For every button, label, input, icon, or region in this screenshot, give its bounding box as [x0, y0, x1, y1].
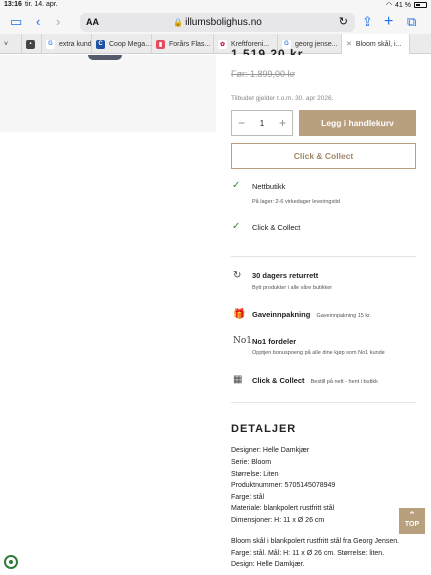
- online-store-title: Nettbutikk: [252, 182, 286, 191]
- online-store-stock: På lager: 2-6 virkedager leveringstid: [252, 199, 341, 205]
- cc-availability-title: Click & Collect: [252, 223, 301, 232]
- current-price: 1.519,20 kr: [231, 47, 304, 55]
- url-display[interactable]: 🔒 illumsbolighus.no: [80, 17, 355, 28]
- gift-sub: Gaveinnpakning 15 kr.: [316, 313, 372, 319]
- address-bar[interactable]: AA 🔒 illumsbolighus.no ↻: [80, 13, 355, 32]
- product-image-bowl: [88, 55, 122, 60]
- tab-label: extra kund: [59, 40, 92, 48]
- spec-dimensions: Dimensjoner: H: 11 x Ø 26 cm: [231, 517, 325, 524]
- old-price: Før: 1.899,00 kr: [231, 69, 296, 79]
- status-date: tir. 14. apr.: [25, 1, 58, 8]
- spec-color: Farge: stål: [231, 494, 265, 501]
- battery-percent: 41 %: [395, 1, 411, 9]
- returns-title: 30 dagers returrett: [252, 271, 319, 280]
- click-collect-button[interactable]: Click & Collect: [231, 143, 416, 169]
- tab-coop[interactable]: C Coop Mega...: [92, 34, 152, 54]
- sidebar-toggle-icon[interactable]: ▭: [10, 13, 22, 30]
- no1-title: No1 fordeler: [252, 337, 297, 346]
- quantity-plus-button[interactable]: +: [279, 116, 286, 130]
- offer-note: Tilbudet gjelder t.o.m. 30. apr 2026.: [231, 95, 334, 102]
- wifi-icon: ◠: [385, 2, 393, 9]
- chevron-down-icon: ˅: [4, 40, 9, 48]
- back-to-top-button[interactable]: ⌃ TOP: [399, 508, 425, 534]
- status-time: 13:16: [4, 1, 22, 8]
- spec-designer: Designer: Helle Damkjær: [231, 447, 310, 454]
- google-favicon-icon: G: [46, 39, 55, 49]
- coop-favicon-icon: C: [96, 39, 105, 49]
- battery-icon: [414, 2, 427, 8]
- returns-sub: Bytt produkter i alle våre butikker: [252, 285, 333, 291]
- gift-title: Gaveinnpakning: [252, 310, 311, 319]
- product-image-area[interactable]: [0, 55, 216, 132]
- cc-benefit-row: Click & Collect Bestill på nett - hent i…: [252, 376, 378, 385]
- product-description: Bloom skål i blankpolert rustfritt stål …: [231, 538, 400, 568]
- share-icon[interactable]: ⇪: [362, 13, 373, 30]
- tab-label: Coop Mega...: [109, 40, 152, 48]
- cc-benefit-sub: Bestill på nett - hent i butikk: [310, 379, 378, 385]
- check-icon: ✓: [232, 221, 241, 232]
- spec-size: Størrelse: Liten: [231, 471, 279, 478]
- add-to-cart-button[interactable]: Legg i handlekurv: [299, 110, 416, 136]
- spec-product-number: Produktnummer: 5705145078949: [231, 482, 336, 489]
- status-bar: 13:16 tir. 14. apr. ◠ 41 %: [0, 0, 431, 10]
- quantity-stepper[interactable]: − 1 +: [231, 110, 293, 136]
- new-tab-icon[interactable]: +: [384, 13, 393, 30]
- bookmark-favicon-icon: ▮: [156, 39, 165, 49]
- tab-forars[interactable]: ▮ Forårs Flas...: [152, 34, 214, 54]
- top-label: TOP: [404, 521, 420, 528]
- floating-badge-icon[interactable]: [4, 555, 18, 569]
- divider: [231, 256, 416, 257]
- details-heading: DETALJER: [231, 423, 297, 435]
- lock-icon: 🔒: [173, 18, 184, 27]
- spec-material: Materiale: blankpolert rustfritt stål: [231, 505, 335, 512]
- browser-toolbar: ▭ ‹ › AA 🔒 illumsbolighus.no ↻ ⇪ + ⧉: [0, 10, 431, 34]
- check-icon: ✓: [232, 180, 241, 191]
- tab-overflow[interactable]: ˅: [0, 34, 22, 54]
- gift-icon: 🎁: [233, 309, 246, 320]
- cc-benefit-title: Click & Collect: [252, 376, 305, 385]
- flower-favicon-icon: ✿: [218, 39, 227, 49]
- gift-row: Gaveinnpakning Gaveinnpakning 15 kr.: [252, 310, 371, 319]
- no1-icon: No1: [233, 336, 253, 346]
- chevron-up-icon: ⌃: [408, 510, 416, 520]
- no1-sub: Opptjen bonuspoeng på alle dine kjøp som…: [252, 350, 385, 356]
- quantity-minus-button[interactable]: −: [238, 116, 245, 130]
- reload-icon[interactable]: ↻: [339, 15, 348, 28]
- return-arrow-icon: ↻: [233, 270, 242, 281]
- tab-pinned[interactable]: ▪: [22, 34, 42, 54]
- tab-label: Forårs Flas...: [169, 40, 211, 48]
- tab-extra[interactable]: Gextra kund: [42, 34, 92, 54]
- status-right: ◠ 41 %: [386, 1, 427, 9]
- url-text: illumsbolighus.no: [185, 17, 262, 28]
- quantity-value[interactable]: 1: [260, 119, 264, 128]
- forward-arrow-icon[interactable]: ›: [56, 13, 60, 30]
- tabs-overview-icon[interactable]: ⧉: [407, 13, 416, 30]
- calendar-store-icon: ▦: [233, 374, 243, 385]
- pinned-favicon-icon: ▪: [26, 39, 35, 49]
- spec-series: Serie: Bloom: [231, 459, 272, 466]
- divider: [231, 402, 416, 403]
- back-arrow-icon[interactable]: ‹: [36, 13, 40, 30]
